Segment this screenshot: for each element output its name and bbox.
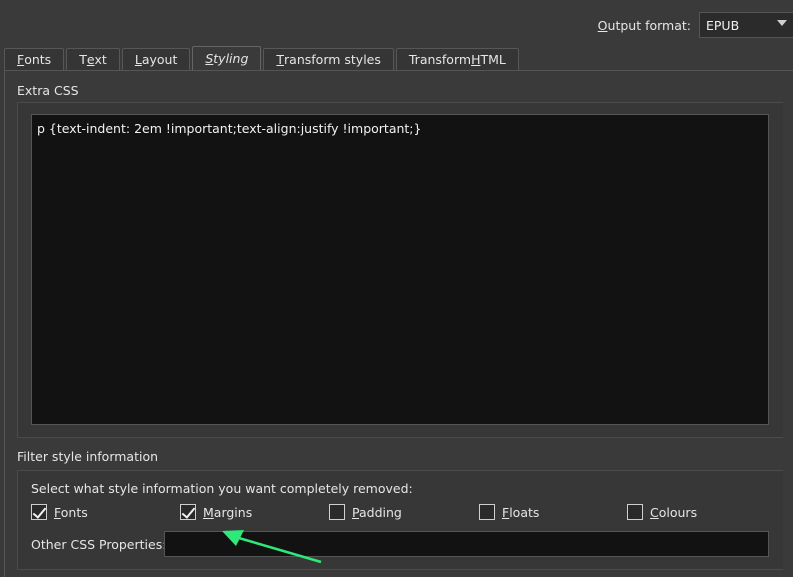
filter-padding-checkbox[interactable] — [329, 504, 345, 520]
filter-fonts-option[interactable]: Fonts — [31, 504, 88, 520]
other-css-properties-label: Other CSS Properties: — [31, 537, 167, 552]
other-css-properties-input[interactable] — [164, 531, 769, 557]
tab-transform-styles[interactable]: Transform styles — [263, 48, 394, 70]
tab-layout[interactable]: Layout — [121, 48, 191, 70]
tab-transform-html-label: TML — [480, 52, 506, 67]
output-format-label: Output format: — [598, 18, 691, 33]
filter-floats-label: Floats — [502, 504, 540, 520]
output-format-value: EPUB — [706, 17, 740, 33]
extra-css-editor[interactable]: p {text-indent: 2em !important;text-alig… — [31, 114, 769, 425]
tab-fonts-mnemonic: F — [17, 52, 25, 67]
tab-fonts[interactable]: Fonts — [4, 48, 65, 70]
filter-margins-option[interactable]: Margins — [180, 504, 252, 520]
output-format-label-text: utput format: — [607, 17, 691, 33]
tab-transform-styles-label: ransform styles — [284, 52, 381, 67]
filter-floats-option[interactable]: Floats — [479, 504, 539, 520]
tab-styling-label: tyling — [213, 51, 249, 66]
tab-transform-html-label-start: Transform — [408, 52, 472, 67]
conversion-dialog: Output format: EPUB Fonts Te xt Layout St… — [0, 0, 793, 577]
tab-bar: Fonts Te xt Layout Styling Transform styl… — [4, 46, 521, 70]
tab-styling-mnemonic: S — [205, 51, 214, 66]
filter-padding-label: Padding — [352, 504, 402, 520]
filter-fonts-label: Fonts — [54, 504, 88, 520]
tab-transform-html[interactable]: Transform H TML — [395, 48, 519, 70]
output-format-select[interactable]: EPUB — [699, 12, 793, 38]
filter-colours-checkbox[interactable] — [627, 504, 643, 520]
tab-text-label: xt — [94, 52, 107, 67]
filter-colours-label: Colours — [650, 504, 698, 520]
tab-transform-styles-mnemonic: T — [276, 52, 285, 67]
tab-layout-label: ayout — [141, 52, 178, 67]
tab-text[interactable]: Te xt — [66, 48, 120, 70]
extra-css-title: Extra CSS — [17, 83, 79, 98]
filter-fonts-checkbox[interactable] — [31, 504, 47, 520]
filter-floats-checkbox[interactable] — [479, 504, 495, 520]
tab-styling[interactable]: Styling — [192, 46, 262, 70]
tab-text-mnemonic: e — [86, 52, 95, 67]
output-format-label-mnemonic: O — [597, 17, 608, 33]
filter-style-title: Filter style information — [17, 449, 159, 464]
tab-layout-mnemonic: L — [134, 52, 142, 67]
filter-margins-checkbox[interactable] — [180, 504, 196, 520]
tab-fonts-label: onts — [24, 52, 52, 67]
filter-padding-option[interactable]: Padding — [329, 504, 402, 520]
filter-hint: Select what style information you want c… — [31, 481, 413, 496]
tab-text-label-start: T — [79, 52, 87, 67]
filter-colours-option[interactable]: Colours — [627, 504, 697, 520]
chevron-down-icon — [777, 20, 787, 26]
output-format-row: Output format: EPUB — [598, 12, 793, 38]
filter-margins-label: Margins — [203, 504, 253, 520]
